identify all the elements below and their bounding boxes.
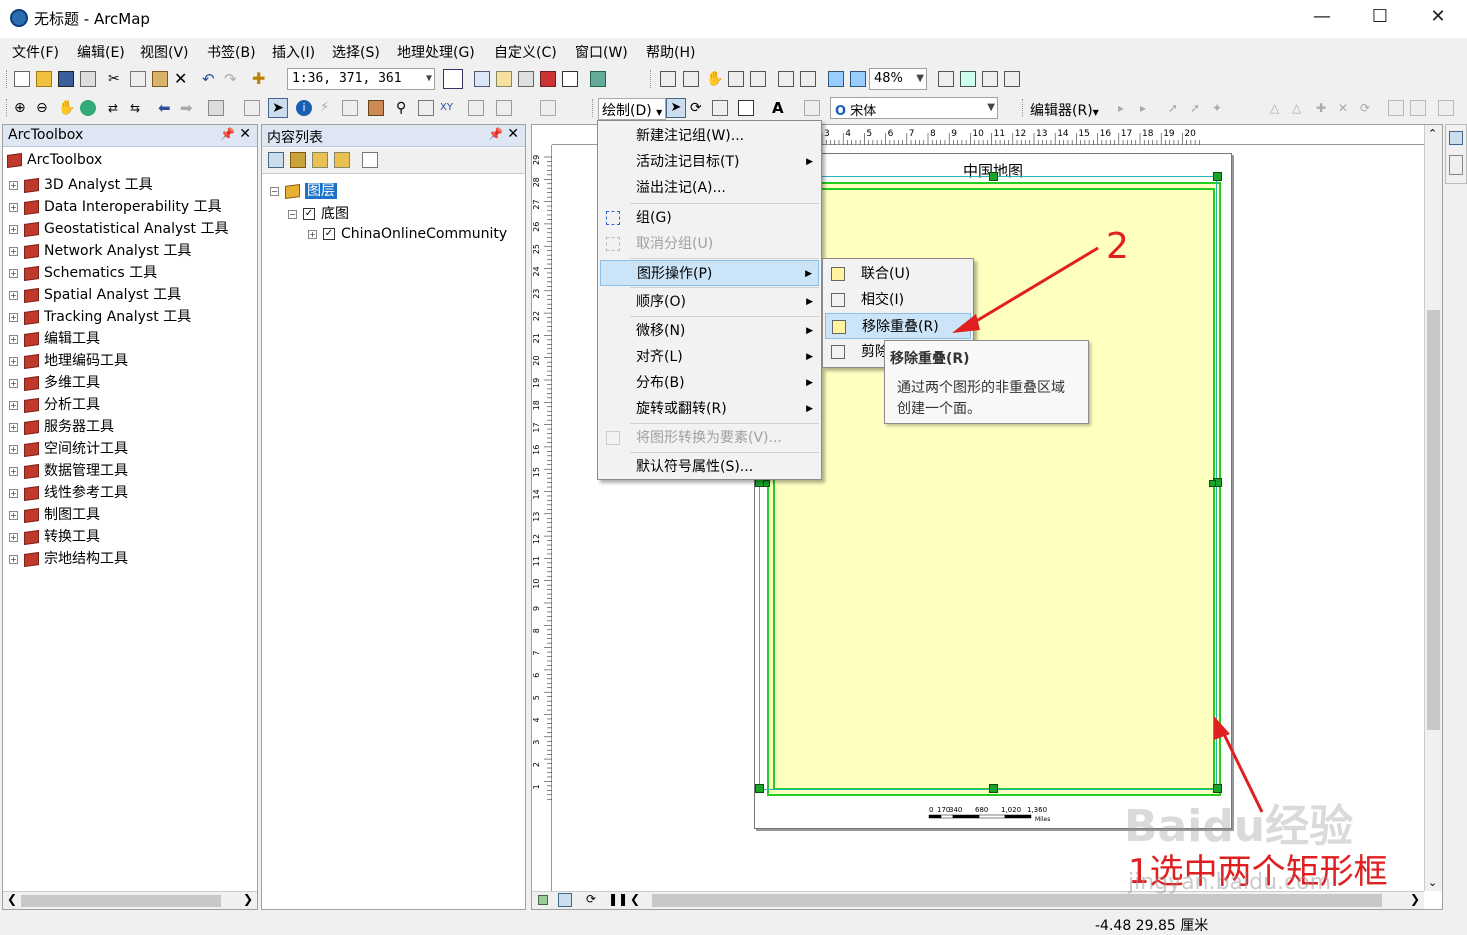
- arrow-head: [952, 314, 980, 333]
- arrow-head: [1214, 716, 1230, 740]
- status-bar: -4.48 29.85 厘米: [0, 912, 1467, 934]
- step2-label: 2: [1106, 226, 1129, 267]
- cursor-coordinates: -4.48 29.85 厘米: [1095, 918, 1209, 934]
- step2-arrow: [967, 246, 1099, 328]
- watermark-url: jingyan.baidu.com: [1128, 870, 1332, 895]
